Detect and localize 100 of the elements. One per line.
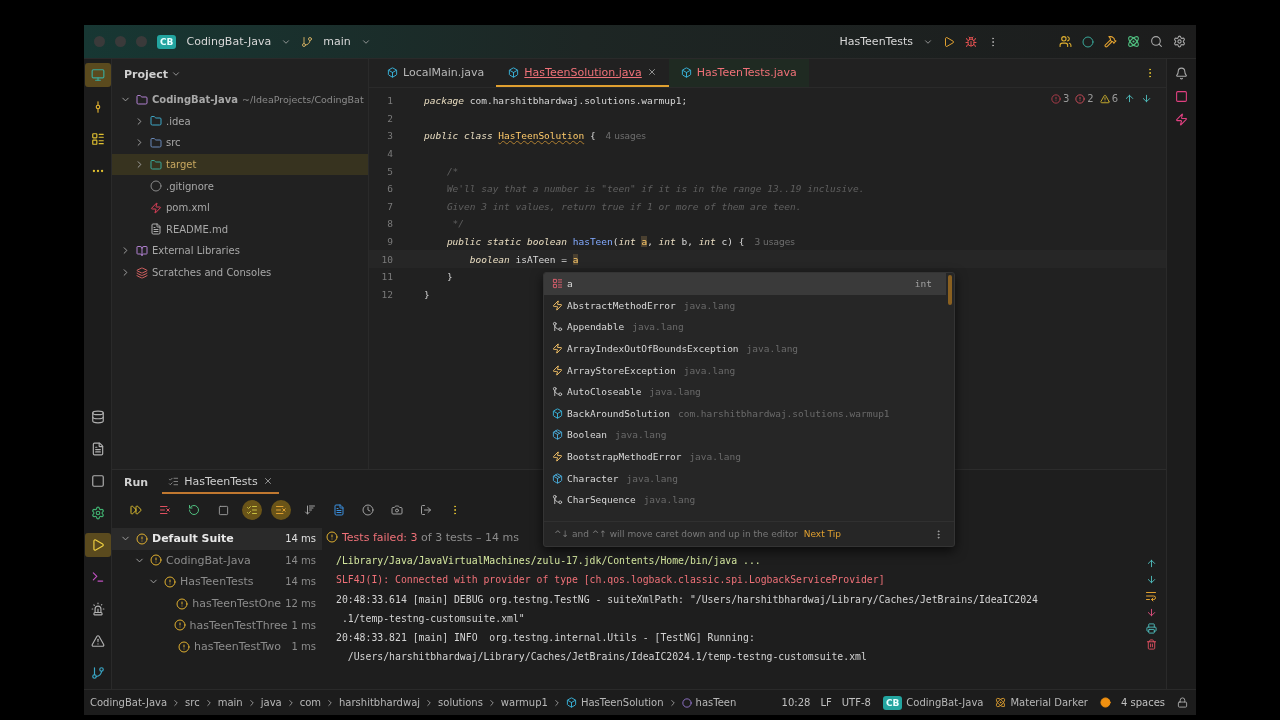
test-item[interactable]: HasTeenTests 14 ms (112, 571, 322, 593)
tree-item[interactable]: target (112, 153, 368, 176)
project-tool-button[interactable] (84, 63, 111, 87)
print-icon[interactable] (1145, 623, 1157, 634)
close-dot[interactable] (94, 36, 105, 47)
problem-count[interactable]: 2 (1075, 93, 1094, 104)
run-icon[interactable] (943, 35, 955, 48)
tree-item[interactable]: README.md (112, 218, 368, 241)
caret-position[interactable]: 10:28 (781, 697, 811, 708)
completion-item[interactable]: Appendable java.lang (544, 316, 946, 338)
project-name[interactable]: CodingBat-Java (906, 697, 984, 708)
down-arrow-icon[interactable] (1141, 93, 1152, 104)
editor-tab[interactable]: HasTeenTests.java (668, 59, 809, 87)
run-tool-button[interactable] (84, 533, 111, 557)
run-tab[interactable]: HasTeenTests (162, 470, 279, 494)
soft-wrap-icon[interactable] (1145, 590, 1157, 602)
test-icon (168, 475, 180, 487)
breadcrumb[interactable]: HasTeenSolution (580, 697, 664, 708)
breadcrumb[interactable]: hasTeen (695, 697, 737, 708)
up-arrow-icon[interactable] (1124, 93, 1135, 104)
project-name[interactable]: CodingBat-Java (186, 35, 272, 48)
square-icon (90, 474, 105, 488)
variable-icon (552, 278, 563, 290)
close-icon[interactable] (646, 67, 657, 77)
scrollbar-thumb[interactable] (948, 275, 952, 305)
status-dot-icon[interactable] (1082, 35, 1094, 48)
warning-count[interactable]: 6 (1099, 93, 1118, 104)
completion-item[interactable]: Character java.lang (544, 467, 946, 489)
line-ending[interactable]: LF (820, 697, 832, 708)
breadcrumb[interactable]: com (299, 697, 322, 708)
completion-item[interactable]: AbstractMethodError java.lang (544, 294, 946, 317)
tree-item[interactable]: External Libraries (112, 240, 368, 262)
test-item[interactable]: CodingBat-Java 14 ms (112, 549, 322, 572)
breadcrumb[interactable]: solutions (438, 697, 483, 708)
test-item[interactable]: hasTeenTestOne 12 ms (112, 592, 322, 615)
panel-title[interactable]: Project (124, 67, 169, 81)
atom-icon[interactable] (1127, 35, 1140, 48)
up-arrow-icon[interactable] (1145, 558, 1157, 569)
tree-item[interactable]: Scratches and Consoles (112, 261, 368, 284)
branch-name[interactable]: main (323, 35, 351, 48)
users-icon[interactable] (1059, 35, 1072, 48)
interface-icon (552, 321, 563, 333)
completion-package: java.lang (689, 451, 741, 463)
file-name: CodingBat-Java (152, 94, 239, 106)
breadcrumb[interactable]: CodingBat-Java (90, 697, 168, 708)
test-item[interactable]: hasTeenTestTwo 1 ms (112, 635, 322, 658)
breadcrumb[interactable]: java (260, 697, 282, 708)
completion-item[interactable]: BootstrapMethodError java.lang (544, 445, 946, 468)
close-icon[interactable] (262, 476, 273, 486)
status-dot-icon[interactable] (1099, 697, 1111, 708)
line-number: 12 (380, 288, 393, 300)
tree-item[interactable]: CodingBat-Java ~/IdeaProjects/CodingBat (112, 89, 368, 111)
tree-item[interactable]: .gitignore (112, 175, 368, 197)
settings-icon[interactable] (1173, 35, 1186, 48)
test-item[interactable]: Default Suite 14 ms (112, 528, 322, 550)
zoom-dot[interactable] (136, 36, 147, 47)
minimize-dot[interactable] (115, 36, 126, 47)
completion-item[interactable]: BackAroundSolution com.harshitbhardwaj.solutions.warmup1 (544, 402, 946, 425)
completion-item[interactable]: ArrayStoreException java.lang (544, 359, 946, 381)
scroll-end-icon[interactable] (1145, 607, 1157, 618)
completion-item[interactable]: CharSequence java.lang (544, 488, 946, 511)
breadcrumb[interactable]: warmup1 (500, 697, 548, 708)
breadcrumb[interactable]: src (185, 697, 200, 708)
document-icon (90, 442, 105, 456)
run-configuration[interactable]: HasTeenTests (839, 35, 913, 48)
debug-icon[interactable] (965, 35, 977, 48)
editor-tab[interactable]: LocalMain.java (375, 59, 497, 87)
tree-item[interactable]: src (112, 132, 368, 154)
search-icon[interactable] (1150, 35, 1163, 48)
theme-name[interactable]: Material Darker (1010, 697, 1088, 708)
lock-icon[interactable] (1177, 697, 1188, 708)
completion-item[interactable]: AutoCloseable java.lang (544, 380, 946, 403)
test-item[interactable]: hasTeenTestThree 1 ms (112, 614, 322, 636)
panel-title: Run (124, 475, 149, 489)
class-icon (508, 66, 520, 78)
tree-item[interactable]: .idea (112, 110, 368, 133)
next-tip-link[interactable]: Next Tip (803, 529, 841, 539)
show-passed-button[interactable] (242, 500, 262, 520)
tree-item[interactable]: pom.xml (112, 196, 368, 219)
error-count[interactable]: 3 (1050, 93, 1070, 104)
file-encoding[interactable]: UTF-8 (841, 697, 871, 708)
interface-icon (552, 386, 563, 398)
hammer-icon[interactable] (1104, 35, 1117, 48)
completion-item[interactable]: a int (544, 273, 946, 295)
test-duration: 1 ms (291, 641, 316, 653)
breadcrumb[interactable]: main (217, 697, 243, 708)
completion-item[interactable]: Boolean java.lang (544, 424, 946, 446)
line-number: 11 (380, 271, 393, 283)
breadcrumb[interactable]: harshitbhardwaj (339, 697, 421, 708)
editor-tab[interactable]: HasTeenSolution.java (496, 59, 669, 87)
trash-icon[interactable] (1145, 639, 1157, 650)
show-ignored-button[interactable] (271, 500, 291, 520)
file-name: target (166, 159, 197, 171)
completion-item[interactable]: ArrayIndexOutOfBoundsException java.lang (544, 337, 946, 360)
down-arrow-icon[interactable] (1145, 574, 1157, 585)
document-icon (333, 504, 345, 516)
chevron-icon[interactable] (171, 69, 182, 79)
indent-setting[interactable]: 4 spaces (1120, 697, 1165, 708)
warning-icon (90, 634, 105, 648)
notifications-icon[interactable] (1175, 67, 1188, 80)
